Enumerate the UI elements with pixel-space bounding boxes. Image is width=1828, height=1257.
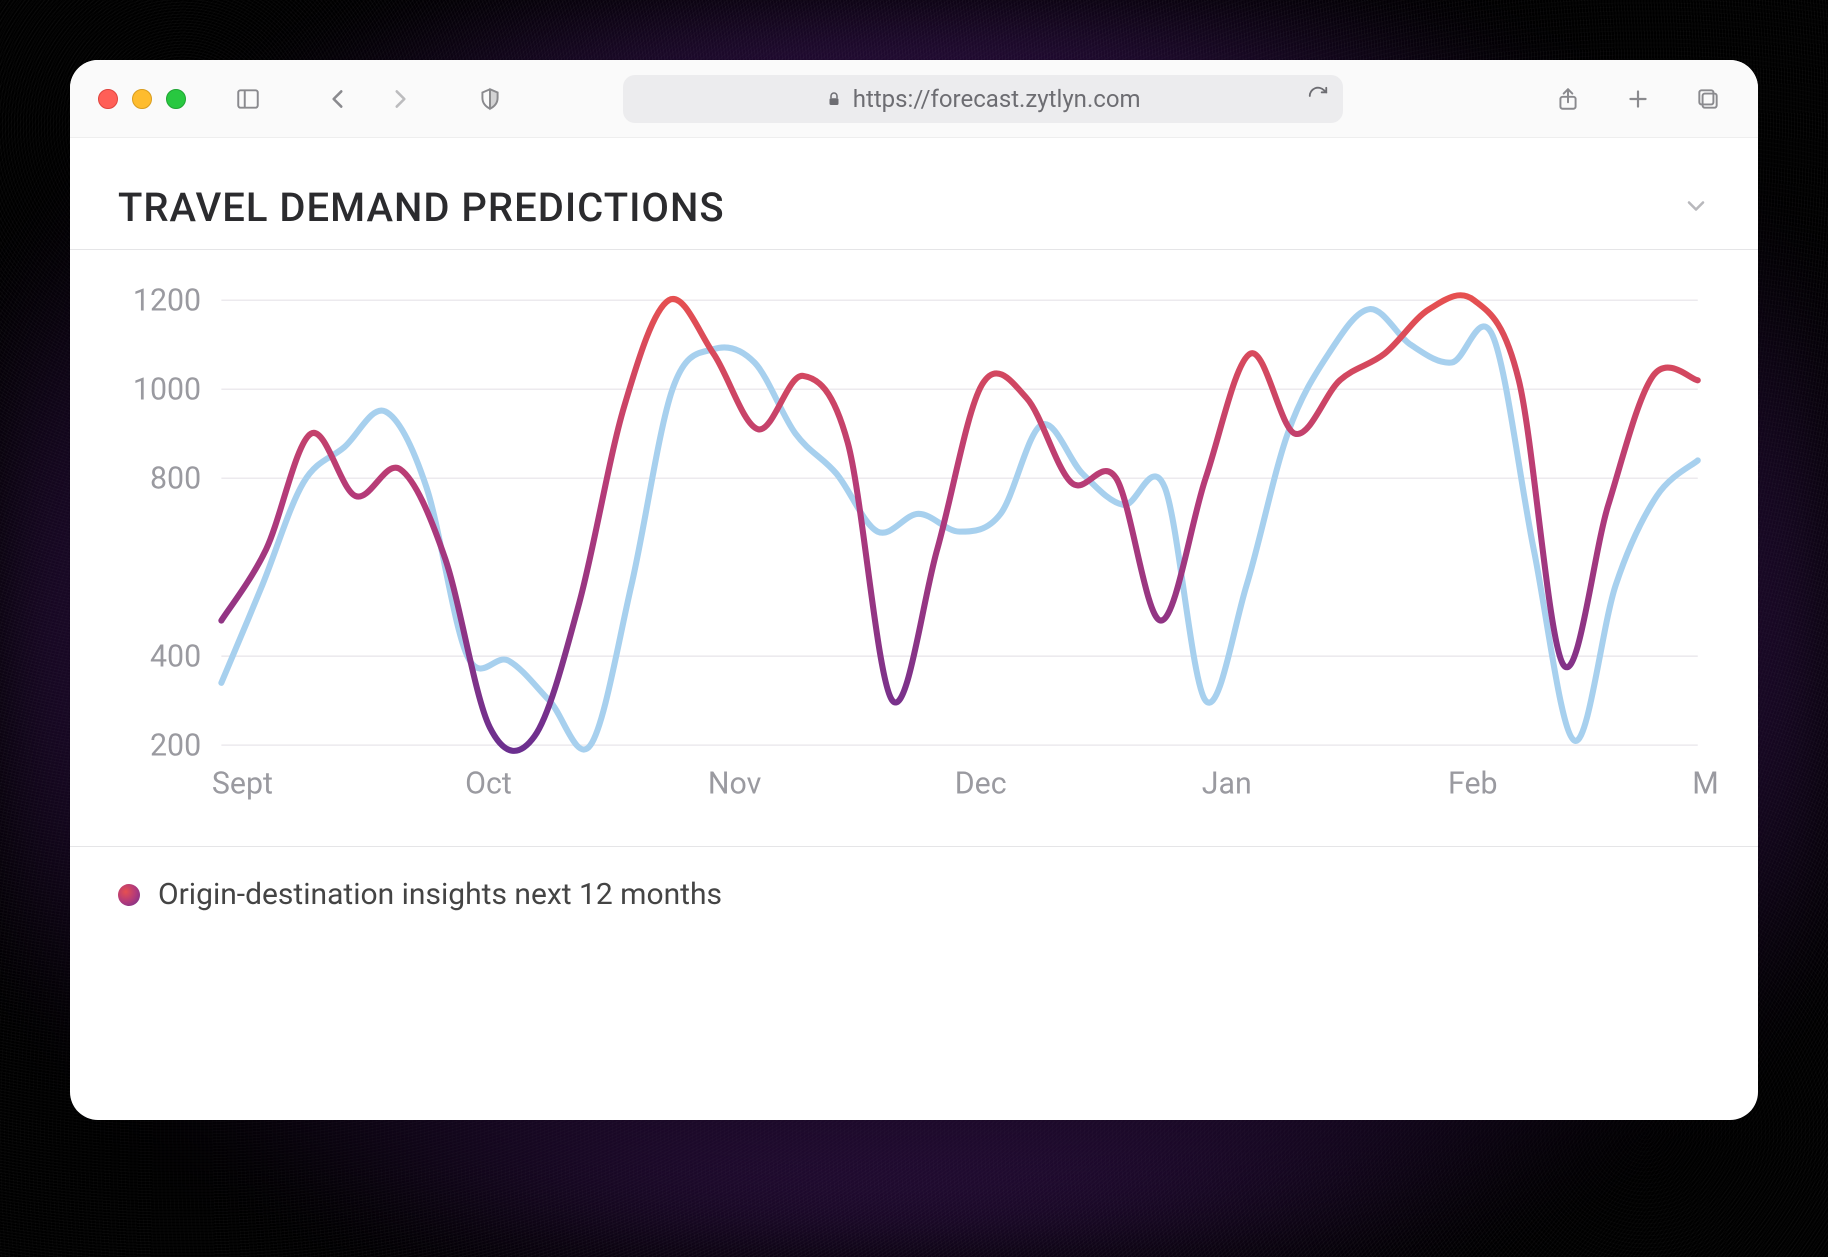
svg-text:Dec: Dec (955, 767, 1007, 802)
svg-text:1200: 1200 (133, 283, 201, 318)
chart-area: 200 400 800 1000 1200 Sept Oct Nov Dec Jan Feb Mar (70, 250, 1758, 846)
sidebar-toggle-icon[interactable] (226, 77, 270, 121)
lock-icon (825, 90, 843, 108)
reload-icon[interactable] (1307, 85, 1329, 113)
url-text: https://forecast.zytlyn.com (853, 85, 1141, 113)
svg-text:Sept: Sept (212, 767, 273, 802)
close-window-button[interactable] (98, 89, 118, 109)
forward-button[interactable] (378, 77, 422, 121)
panel-header: TRAVEL DEMAND PREDICTIONS (70, 138, 1758, 250)
browser-titlebar: https://forecast.zytlyn.com (70, 60, 1758, 138)
svg-text:200: 200 (150, 728, 201, 763)
svg-text:800: 800 (150, 461, 201, 496)
new-tab-icon[interactable] (1616, 77, 1660, 121)
traffic-lights (98, 89, 186, 109)
legend-swatch-icon (118, 884, 140, 906)
svg-text:1000: 1000 (133, 372, 201, 407)
legend-label: Origin-destination insights next 12 mont… (158, 877, 722, 912)
minimize-window-button[interactable] (132, 89, 152, 109)
share-icon[interactable] (1546, 77, 1590, 121)
svg-text:Feb: Feb (1448, 767, 1498, 802)
legend: Origin-destination insights next 12 mont… (70, 846, 1758, 942)
svg-text:400: 400 (150, 639, 201, 674)
svg-text:Mar: Mar (1692, 767, 1718, 802)
back-button[interactable] (316, 77, 360, 121)
svg-text:Nov: Nov (708, 767, 762, 802)
browser-window: https://forecast.zytlyn.com (70, 60, 1758, 1120)
address-bar[interactable]: https://forecast.zytlyn.com (623, 75, 1343, 123)
tabs-overview-icon[interactable] (1686, 77, 1730, 121)
demand-line-chart: 200 400 800 1000 1200 Sept Oct Nov Dec Jan Feb Mar (100, 280, 1718, 846)
collapse-toggle[interactable] (1682, 192, 1710, 224)
svg-text:Jan: Jan (1202, 767, 1252, 802)
svg-text:Oct: Oct (465, 767, 512, 802)
page-title: TRAVEL DEMAND PREDICTIONS (118, 184, 725, 231)
privacy-shield-icon[interactable] (468, 77, 512, 121)
fullscreen-window-button[interactable] (166, 89, 186, 109)
